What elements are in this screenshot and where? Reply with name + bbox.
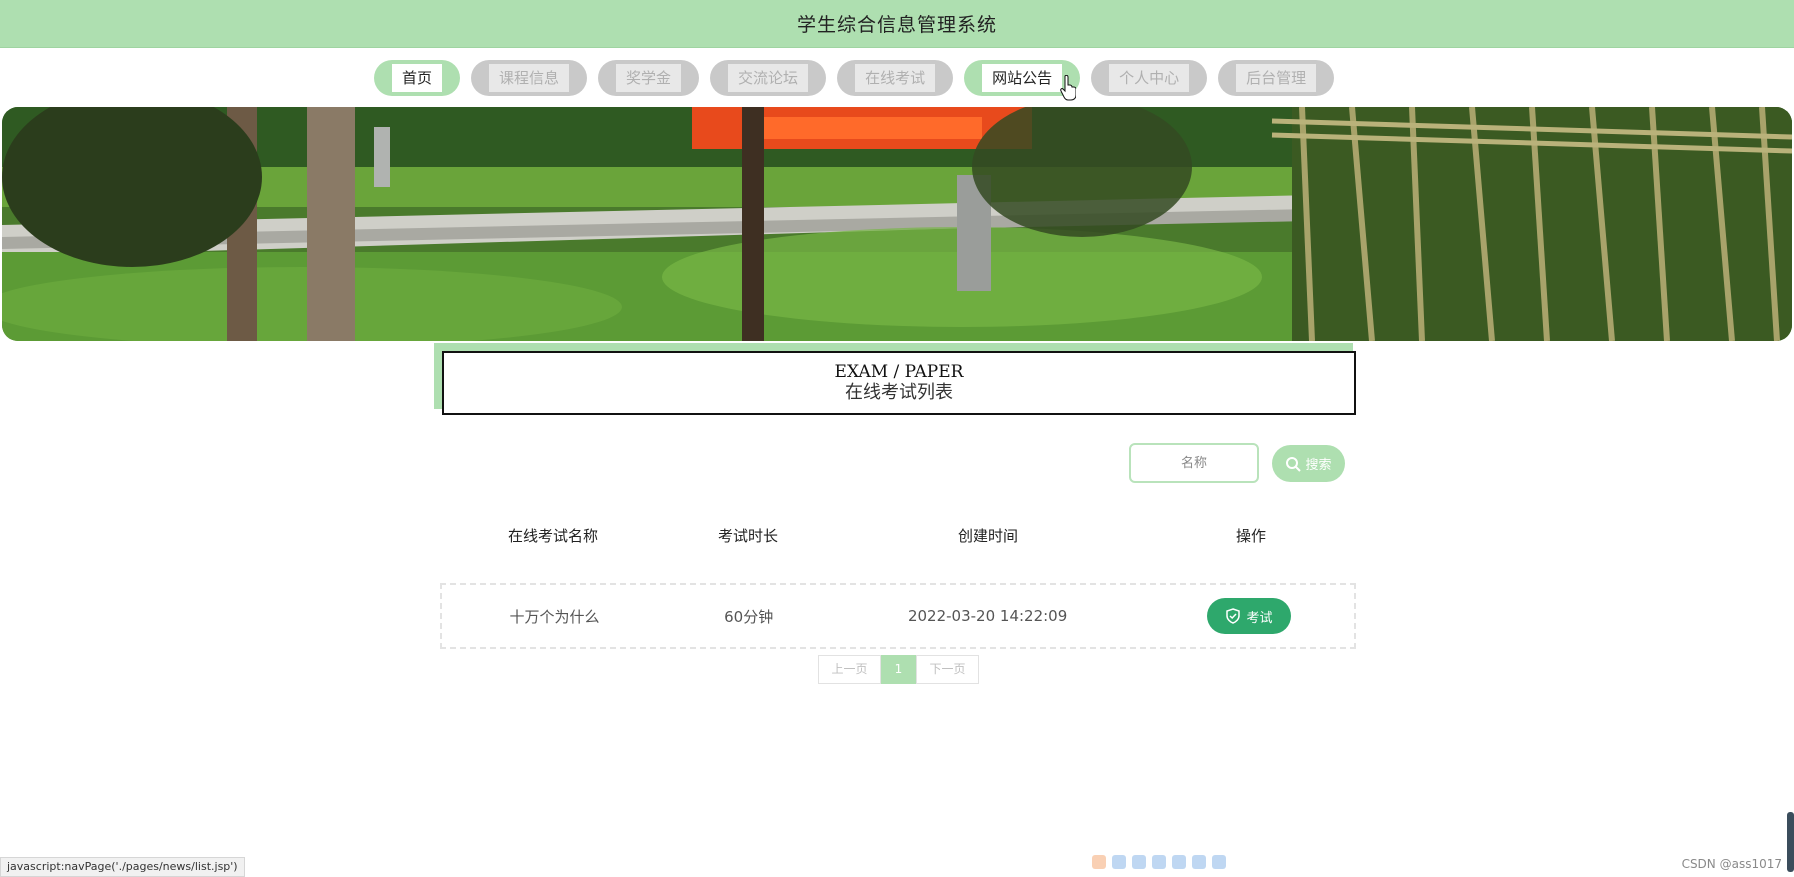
shield-check-icon: [1226, 608, 1241, 624]
banner-image: [2, 107, 1792, 341]
ime-settings-icon: [1212, 855, 1226, 869]
nav-item-courses[interactable]: 课程信息: [471, 60, 588, 96]
column-header-created: 创建时间: [957, 526, 1018, 545]
search-button-label: 搜索: [1305, 458, 1332, 473]
nav-item-label: 课程信息: [489, 64, 570, 92]
nav-item-label: 交流论坛: [728, 64, 809, 92]
nav-item-profile[interactable]: 个人中心: [1091, 60, 1208, 96]
page-number-button[interactable]: 1: [881, 655, 916, 684]
main-nav: 首页 课程信息 奖学金 交流论坛 在线考试 网站公告 个人中心 后台管理: [374, 59, 1345, 97]
search-input[interactable]: [1129, 443, 1259, 483]
section-heading: EXAM / PAPER 在线考试列表: [434, 343, 1356, 415]
ime-punct-icon: [1152, 855, 1166, 869]
scroll-edge-tab[interactable]: [1787, 812, 1794, 872]
take-exam-button[interactable]: 考试: [1207, 598, 1292, 634]
section-title-en: EXAM / PAPER: [834, 362, 964, 382]
action-cell: 考试: [1145, 598, 1354, 634]
nav-item-label: 个人中心: [1109, 64, 1190, 92]
table-row: 十万个为什么 60分钟 2022-03-20 14:22:09 考试: [440, 583, 1356, 649]
exam-created-time: 2022-03-20 14:22:09: [907, 607, 1068, 625]
ime-skin-icon: [1192, 855, 1206, 869]
column-header-duration: 考试时长: [717, 526, 778, 545]
nav-item-admin[interactable]: 后台管理: [1218, 60, 1335, 96]
exam-name: 十万个为什么: [509, 607, 600, 626]
section-heading-box: EXAM / PAPER 在线考试列表: [442, 351, 1356, 415]
prev-page-button[interactable]: 上一页: [818, 655, 881, 684]
nav-item-online-exam[interactable]: 在线考试: [837, 60, 954, 96]
hand-cursor-icon: [1060, 75, 1076, 101]
exam-table: 在线考试名称 考试时长 创建时间 操作 十万个为什么 60分钟 2022-03-…: [440, 515, 1356, 649]
table-header: 在线考试名称 考试时长 创建时间 操作: [440, 515, 1356, 555]
header-bar: 学生综合信息管理系统: [0, 0, 1794, 48]
nav-item-forum[interactable]: 交流论坛: [710, 60, 827, 96]
browser-status-bar: javascript:navPage('./pages/news/list.js…: [0, 857, 245, 877]
column-header-name: 在线考试名称: [507, 526, 598, 545]
column-header-action: 操作: [1235, 526, 1266, 545]
ime-keyboard-icon: [1172, 855, 1186, 869]
watermark: CSDN @ass1017: [1681, 857, 1782, 871]
next-page-button[interactable]: 下一页: [916, 655, 979, 684]
nav-item-label: 奖学金: [616, 64, 682, 92]
search-button[interactable]: 搜索: [1272, 445, 1345, 482]
exam-duration: 60分钟: [724, 607, 774, 626]
ime-toolbar: [1092, 855, 1226, 869]
nav-item-home[interactable]: 首页: [374, 60, 461, 96]
section-title-cn: 在线考试列表: [845, 382, 953, 403]
ime-moon-icon: [1132, 855, 1146, 869]
nav-item-label: 后台管理: [1236, 64, 1317, 92]
search-icon: [1286, 456, 1302, 472]
pagination: 上一页 1 下一页: [818, 655, 979, 684]
nav-item-label: 首页: [392, 64, 443, 92]
nav-item-label: 在线考试: [855, 64, 936, 92]
take-exam-label: 考试: [1246, 610, 1273, 626]
ime-lang-icon: [1112, 855, 1126, 869]
nav-item-scholarship[interactable]: 奖学金: [598, 60, 700, 96]
ime-logo-icon: [1092, 855, 1106, 869]
nav-item-label: 网站公告: [982, 64, 1063, 92]
site-title: 学生综合信息管理系统: [796, 14, 997, 36]
